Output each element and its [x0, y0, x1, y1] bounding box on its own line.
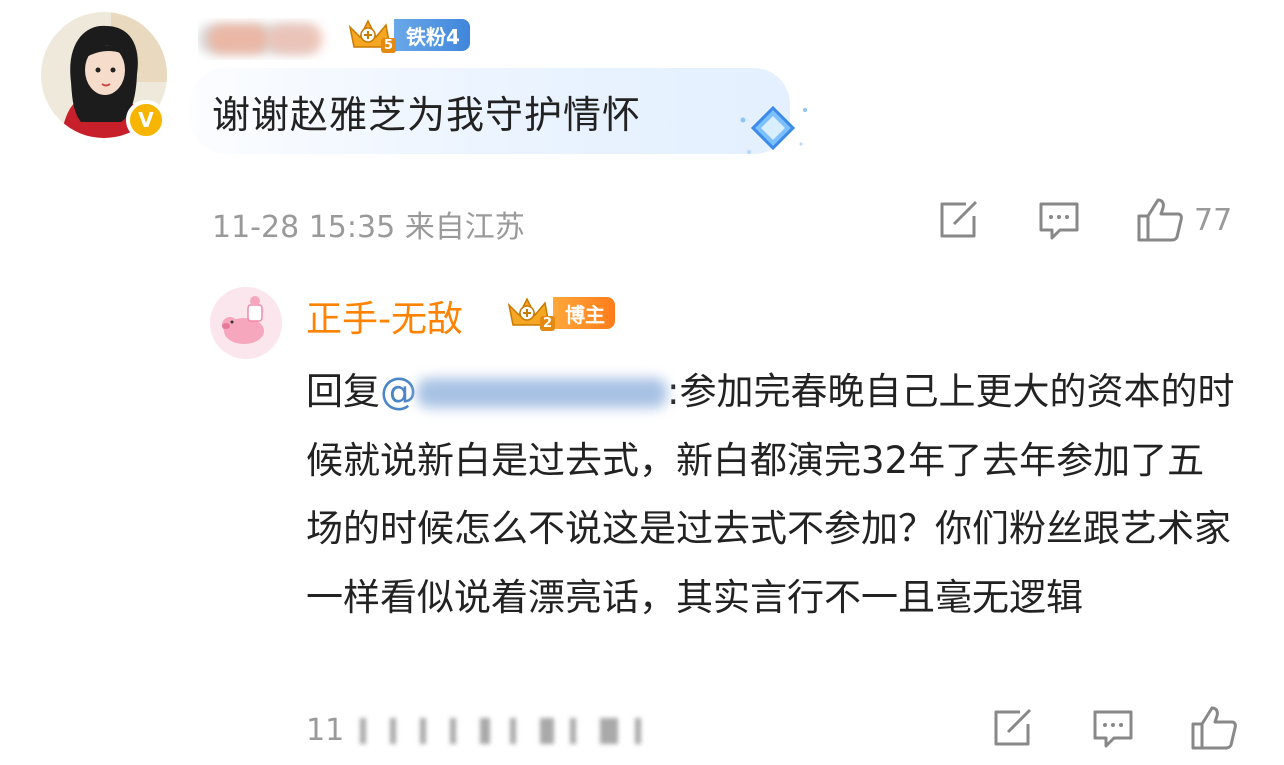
comment-thread: V 5 铁粉4 谢谢赵雅芝为我守护情怀 11-28 15:35 来自江苏 77 … [0, 0, 1284, 765]
reply-like-button[interactable] [1190, 704, 1238, 752]
crown-icon: 2 [505, 293, 561, 333]
diamond-icon [735, 100, 815, 164]
crown-icon: 5 [346, 15, 402, 55]
reply-prefix: 回复 [306, 370, 380, 413]
comment-meta: 11-28 15:35 来自江苏 [212, 210, 525, 245]
reply-text: 回复@:参加完春晚自己上更大的资本的时候就说新白是过去式，新白都演完32年了去年… [306, 358, 1236, 632]
reply-comment-button[interactable] [1092, 708, 1134, 750]
pig-avatar[interactable] [210, 287, 282, 359]
mention-link[interactable]: @ [380, 370, 667, 413]
reply-meta: 11 [306, 712, 670, 748]
blurred-username[interactable] [198, 18, 338, 60]
verified-v-icon: V [126, 100, 166, 140]
fan-badge-label: 铁粉4 [394, 19, 470, 51]
blurred-meta [350, 712, 670, 748]
comment-text: 谢谢赵雅芝为我守护情怀 [212, 93, 642, 137]
comment-icon [1093, 710, 1133, 748]
comment-icon [1039, 202, 1079, 240]
host-badge[interactable]: 2 博主 [505, 293, 615, 333]
like-button[interactable]: 77 [1136, 196, 1232, 244]
share-icon [994, 708, 1032, 746]
like-icon [1191, 706, 1237, 750]
fan-level-badge[interactable]: 5 铁粉4 [346, 15, 470, 55]
reply-share-button[interactable] [990, 708, 1034, 748]
reply-username[interactable]: 正手-无敌 [306, 290, 463, 342]
like-icon [1137, 198, 1183, 242]
like-count: 77 [1194, 202, 1233, 238]
share-button[interactable] [936, 200, 980, 240]
host-badge-label: 博主 [553, 297, 615, 329]
share-icon [940, 200, 978, 238]
reply-button[interactable] [1038, 200, 1080, 242]
blurred-mention [417, 372, 667, 412]
